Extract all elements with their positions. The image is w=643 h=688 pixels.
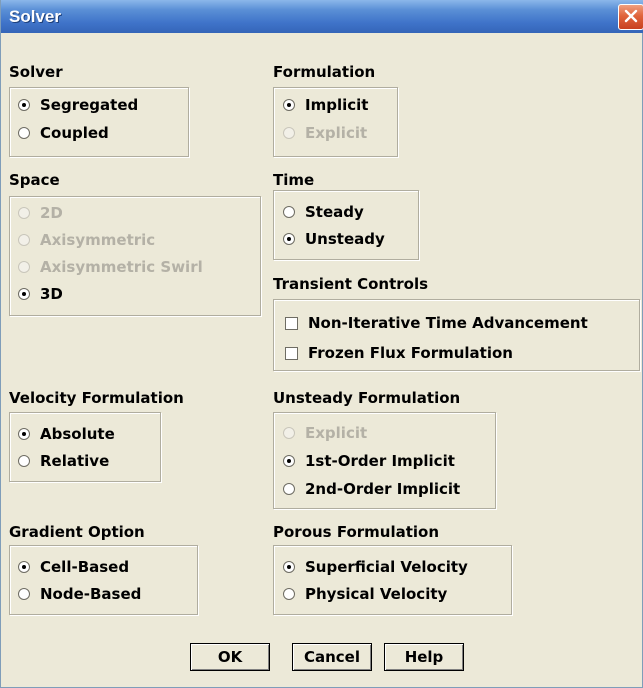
radio-button xyxy=(283,127,295,139)
checkbox-frozen-flux-formulation[interactable]: Frozen Flux Formulation xyxy=(285,344,513,362)
radio-button xyxy=(18,288,30,300)
radio-label: Superficial Velocity xyxy=(305,558,468,576)
formulation-group-title: Formulation xyxy=(273,63,376,81)
radio-label: 1st-Order Implicit xyxy=(305,452,455,470)
close-button[interactable] xyxy=(618,4,643,30)
radio-button xyxy=(283,427,295,439)
radio-superficial-velocity[interactable]: Superficial Velocity xyxy=(283,558,468,576)
close-icon xyxy=(624,8,638,27)
porous-formulation-group-title: Porous Formulation xyxy=(273,523,440,541)
title-bar[interactable]: Solver xyxy=(1,0,643,33)
radio-label: Physical Velocity xyxy=(305,585,448,603)
radio-label: 3D xyxy=(40,285,63,303)
radio-label: Absolute xyxy=(40,425,115,443)
help-button[interactable]: Help xyxy=(384,643,464,671)
radio-label: Implicit xyxy=(305,96,369,114)
unsteady-formulation-group-title: Unsteady Formulation xyxy=(273,389,461,407)
radio-button xyxy=(18,207,30,219)
radio-3d[interactable]: 3D xyxy=(18,285,63,303)
checkbox xyxy=(285,346,298,360)
checkbox-non-iterative-time-advancement[interactable]: Non-Iterative Time Advancement xyxy=(285,314,588,332)
radio-absolute[interactable]: Absolute xyxy=(18,425,115,443)
radio-label: Steady xyxy=(305,203,364,221)
radio-unsteady[interactable]: Unsteady xyxy=(283,230,385,248)
radio-label: Cell-Based xyxy=(40,558,130,576)
radio-label: Explicit xyxy=(305,124,368,142)
radio-label: Axisymmetric Swirl xyxy=(40,258,203,276)
velocity-formulation-group-title: Velocity Formulation xyxy=(9,389,184,407)
window-title: Solver xyxy=(9,7,61,26)
radio-label: 2nd-Order Implicit xyxy=(305,480,461,498)
radio-label: Unsteady xyxy=(305,230,385,248)
radio-button xyxy=(18,588,30,600)
radio-relative[interactable]: Relative xyxy=(18,452,109,470)
cancel-button[interactable]: Cancel xyxy=(292,643,372,671)
radio-axisymmetric: Axisymmetric xyxy=(18,231,155,249)
radio-label: Node-Based xyxy=(40,585,142,603)
radio-label: Axisymmetric xyxy=(40,231,156,249)
radio-2d: 2D xyxy=(18,204,63,222)
gradient-option-group-title: Gradient Option xyxy=(9,523,145,541)
radio-label: 2D xyxy=(40,204,63,222)
time-group xyxy=(273,190,419,260)
radio-label: Coupled xyxy=(40,124,109,142)
radio-2nd-order-implicit[interactable]: 2nd-Order Implicit xyxy=(283,480,460,498)
radio-button xyxy=(18,455,30,467)
radio-button xyxy=(283,233,295,245)
radio-explicit-formulation: Explicit xyxy=(283,124,367,142)
velocity-formulation-group xyxy=(9,412,161,482)
radio-label: Segregated xyxy=(40,96,139,114)
radio-button xyxy=(283,99,295,111)
radio-button xyxy=(283,206,295,218)
radio-axisymmetric-swirl: Axisymmetric Swirl xyxy=(18,258,203,276)
checkbox-label: Frozen Flux Formulation xyxy=(308,344,513,362)
radio-button xyxy=(283,483,295,495)
radio-button xyxy=(18,127,30,139)
radio-steady[interactable]: Steady xyxy=(283,203,364,221)
radio-node-based[interactable]: Node-Based xyxy=(18,585,141,603)
radio-physical-velocity[interactable]: Physical Velocity xyxy=(283,585,447,603)
radio-label: Relative xyxy=(40,452,110,470)
radio-button xyxy=(283,588,295,600)
solver-group-title: Solver xyxy=(9,63,63,81)
radio-button xyxy=(283,455,295,467)
radio-segregated[interactable]: Segregated xyxy=(18,96,138,114)
porous-formulation-group xyxy=(273,545,512,615)
solver-dialog: Solver Solver Segregated Coupled Formula… xyxy=(0,0,643,688)
radio-button xyxy=(283,561,295,573)
radio-1st-order-implicit[interactable]: 1st-Order Implicit xyxy=(283,452,455,470)
radio-button xyxy=(18,428,30,440)
radio-button xyxy=(18,561,30,573)
space-group-title: Space xyxy=(9,171,60,189)
radio-cell-based[interactable]: Cell-Based xyxy=(18,558,129,576)
checkbox-label: Non-Iterative Time Advancement xyxy=(308,314,588,332)
time-group-title: Time xyxy=(273,171,315,189)
radio-implicit[interactable]: Implicit xyxy=(283,96,368,114)
gradient-option-group xyxy=(9,545,198,615)
radio-button xyxy=(18,234,30,246)
checkbox xyxy=(285,316,298,330)
radio-coupled[interactable]: Coupled xyxy=(18,124,109,142)
transient-controls-group-title: Transient Controls xyxy=(273,275,429,293)
radio-button xyxy=(18,261,30,273)
radio-label: Explicit xyxy=(305,424,368,442)
radio-explicit-unsteady: Explicit xyxy=(283,424,367,442)
radio-button xyxy=(18,99,30,111)
ok-button[interactable]: OK xyxy=(190,643,270,671)
